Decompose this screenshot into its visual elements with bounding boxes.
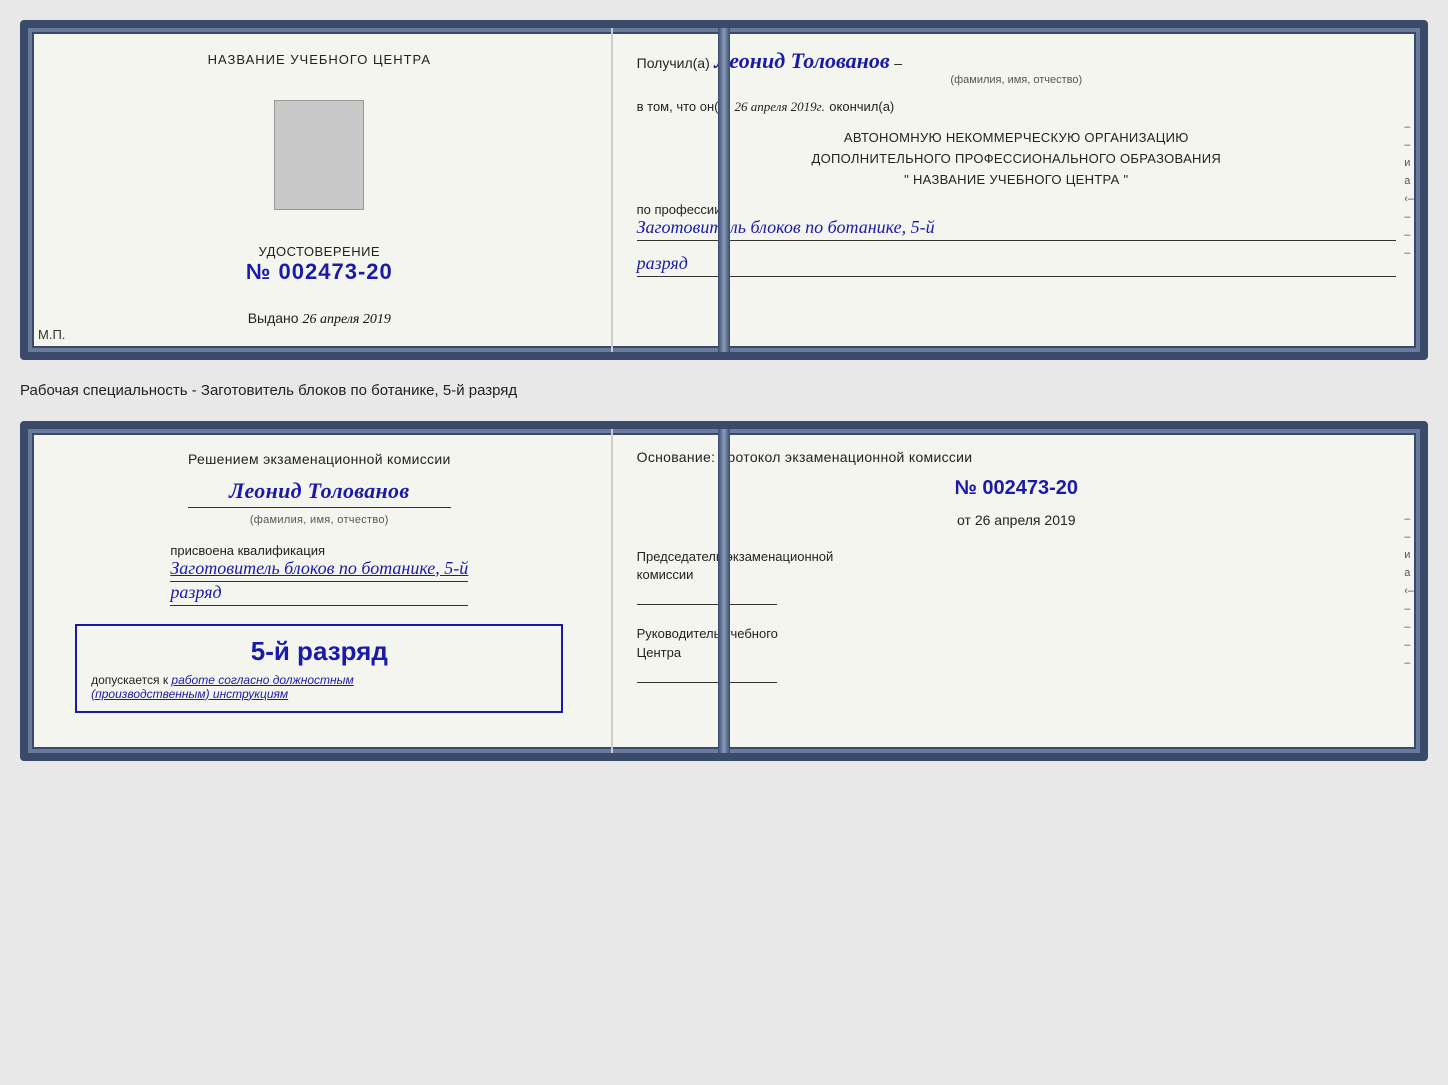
issued-section: Выдано 26 апреля 2019 bbox=[248, 310, 391, 328]
stamp-box: 5-й разряд допускается к работе согласно… bbox=[75, 624, 563, 713]
mp-label: М.П. bbox=[38, 327, 65, 342]
decision-section: Решением экзаменационной комиссии Леонид… bbox=[188, 449, 451, 529]
page-wrapper: НАЗВАНИЕ УЧЕБНОГО ЦЕНТРА УДОСТОВЕРЕНИЕ №… bbox=[20, 20, 1428, 761]
bottom-cert-left: Решением экзаменационной комиссии Леонид… bbox=[28, 429, 613, 753]
recipient-section: Получил(а) Леонид Толованов – (фамилия, … bbox=[637, 48, 1396, 86]
qualified-section: присвоена квалификация Заготовитель блок… bbox=[170, 539, 468, 606]
top-certificate: НАЗВАНИЕ УЧЕБНОГО ЦЕНТРА УДОСТОВЕРЕНИЕ №… bbox=[20, 20, 1428, 360]
cert-number-section: УДОСТОВЕРЕНИЕ № 002473-20 bbox=[246, 244, 393, 285]
profession-section: по профессии Заготовитель блоков по бота… bbox=[637, 202, 1396, 241]
rank-section: разряд bbox=[637, 253, 1396, 277]
completed-section: в том, что он(а) 26 апреля 2019г. окончи… bbox=[637, 98, 1396, 116]
photo-placeholder bbox=[274, 100, 364, 210]
org-block: АВТОНОМНУЮ НЕКОММЕРЧЕСКУЮ ОРГАНИЗАЦИЮ ДО… bbox=[637, 128, 1396, 190]
head-signature-line bbox=[637, 682, 777, 683]
bottom-certificate: Решением экзаменационной комиссии Леонид… bbox=[20, 421, 1428, 761]
top-cert-left: НАЗВАНИЕ УЧЕБНОГО ЦЕНТРА УДОСТОВЕРЕНИЕ №… bbox=[28, 28, 613, 352]
bottom-side-marks: – – и а ‹– – – – – bbox=[1404, 513, 1414, 669]
chairman-signature-line bbox=[637, 604, 777, 605]
protocol-date: от 26 апреля 2019 bbox=[637, 512, 1396, 528]
basis-section: Основание: протокол экзаменационной коми… bbox=[637, 449, 1396, 465]
middle-label: Рабочая специальность - Заготовитель бло… bbox=[20, 376, 1428, 405]
protocol-number: № 002473-20 bbox=[637, 477, 1396, 500]
chairman-section: Председатель экзаменационной комиссии bbox=[637, 548, 1396, 605]
training-center-title: НАЗВАНИЕ УЧЕБНОГО ЦЕНТРА bbox=[208, 52, 431, 67]
bottom-cert-right: Основание: протокол экзаменационной коми… bbox=[613, 429, 1420, 753]
card-spine-bottom bbox=[718, 429, 730, 753]
side-marks: – – и а ‹– – – – bbox=[1404, 121, 1414, 259]
head-section: Руководитель учебного Центра bbox=[637, 625, 1396, 682]
top-cert-right: Получил(а) Леонид Толованов – (фамилия, … bbox=[613, 28, 1420, 352]
card-spine bbox=[718, 28, 730, 352]
